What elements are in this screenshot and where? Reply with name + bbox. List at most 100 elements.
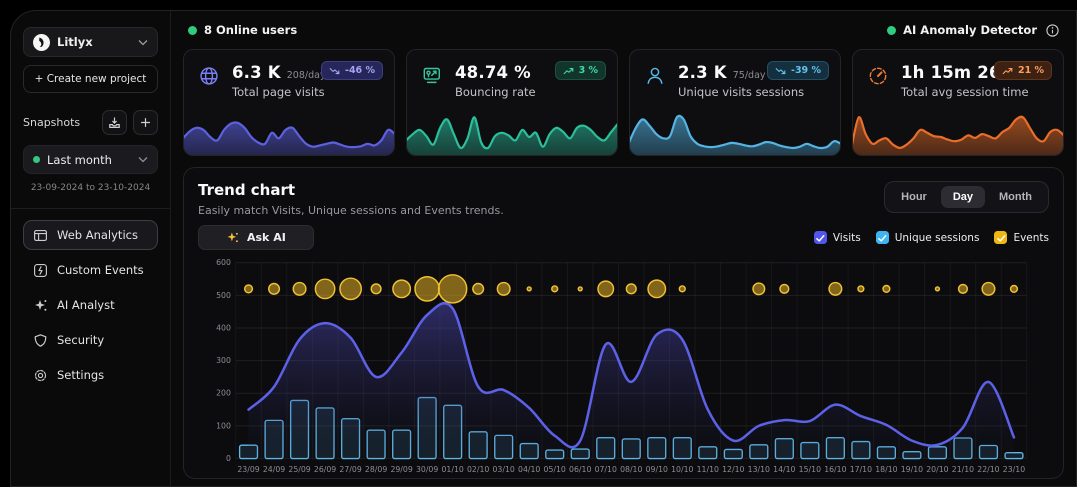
sidebar-item-label: Settings [57,368,104,382]
download-snapshot-button[interactable] [102,110,127,135]
bubble-events[interactable] [982,283,995,296]
legend-item-events[interactable]: Events [994,231,1049,244]
bubble-events[interactable] [473,284,484,295]
bubble-events[interactable] [393,280,410,297]
trend-up-icon [1002,67,1013,75]
bubble-events[interactable] [780,284,789,293]
svg-text:200: 200 [216,389,231,398]
legend-item-unique-sessions[interactable]: Unique sessions [876,231,980,244]
bubble-events[interactable] [439,275,467,303]
ask-ai-button[interactable]: Ask AI [198,225,314,250]
svg-text:12/10: 12/10 [722,465,744,474]
bubble-events[interactable] [269,284,280,295]
online-users-label: 8 Online users [204,23,297,37]
bubble-events[interactable] [371,284,381,294]
svg-text:24/09: 24/09 [263,465,285,474]
bubble-events[interactable] [959,284,968,293]
snapshots-header: Snapshots [23,110,158,135]
svg-text:18/10: 18/10 [875,465,897,474]
svg-text:17/10: 17/10 [850,465,872,474]
bubble-events[interactable] [527,287,531,291]
svg-text:300: 300 [216,356,231,365]
sidebar-item-settings[interactable]: Settings [23,360,158,390]
checkbox-checked-icon[interactable] [814,231,827,244]
stat-label: Unique visits sessions [678,85,804,99]
bubble-events[interactable] [340,278,361,299]
checkbox-checked-icon[interactable] [994,231,1007,244]
svg-text:02/10: 02/10 [467,465,489,474]
bubble-events[interactable] [552,286,558,292]
bubble-events[interactable] [753,283,765,295]
stat-value: 6.3 K [232,63,281,82]
legend-label: Unique sessions [895,232,980,244]
svg-text:25/09: 25/09 [288,465,310,474]
granularity-tabs: HourDayMonth [884,181,1049,213]
bubble-events[interactable] [883,285,890,292]
bubble-events[interactable] [829,283,842,296]
sidebar-nav: Web Analytics Custom Events AI Analyst Secu… [23,220,158,390]
project-selector[interactable]: Litlyx [23,27,158,57]
sidebar-item-ai-analyst[interactable]: AI Analyst [23,290,158,320]
svg-text:14/10: 14/10 [773,465,795,474]
svg-text:21/10: 21/10 [952,465,974,474]
svg-text:23/09: 23/09 [237,465,259,474]
tab-hour[interactable]: Hour [889,186,939,208]
online-users: 8 Online users [188,23,297,37]
trend-title: Trend chart [198,181,504,199]
legend-item-visits[interactable]: Visits [814,231,861,244]
bubble-events[interactable] [497,283,510,296]
stat-rate: 75/day [733,70,766,81]
project-name: Litlyx [57,35,93,49]
trend-subtitle: Easily match Visits, Unique sessions and… [198,204,504,217]
bubble-events[interactable] [315,279,334,298]
online-status-dot [188,26,197,35]
sidebar-item-web-analytics[interactable]: Web Analytics [23,220,158,250]
svg-text:400: 400 [216,323,231,332]
globe-icon [196,63,222,89]
sidebar-item-custom-events[interactable]: Custom Events [23,255,158,285]
bubble-events[interactable] [293,283,306,296]
bubble-events[interactable] [1011,285,1018,292]
bubble-events[interactable] [415,277,439,301]
trend-chart-svg: 010020030040050060023/0924/0925/0926/092… [198,255,1049,476]
ask-ai-label: Ask AI [247,231,286,244]
chart-legend: Visits Unique sessions Events [814,231,1049,244]
stat-value: 48.74 % [455,63,531,82]
bubble-events[interactable] [935,287,939,291]
add-snapshot-button[interactable] [133,110,158,135]
snapshot-status-dot [33,156,40,163]
svg-text:05/10: 05/10 [544,465,566,474]
bubble-events[interactable] [626,284,636,294]
chevron-down-icon [138,39,148,46]
legend-label: Events [1013,232,1049,244]
screenshot-stage: Litlyx + Create new project Snapshots [0,0,1077,487]
svg-text:04/10: 04/10 [518,465,540,474]
trend-badge: 21 % [994,61,1052,80]
create-new-project-button[interactable]: + Create new project [23,65,158,93]
snapshot-range-select[interactable]: Last month [23,145,158,174]
ai-anomaly-detector[interactable]: AI Anomaly Detector [887,23,1059,37]
stat-card-unique-visits-sessions: 2.3 K75/dayUnique visits sessions-39 % [629,49,841,156]
tab-month[interactable]: Month [987,186,1044,208]
checkbox-checked-icon[interactable] [876,231,889,244]
bubble-events[interactable] [245,285,253,293]
sidebar-item-security[interactable]: Security [23,325,158,355]
stat-cards-row: 6.3 K208/dayTotal page visits-46 %48.74 … [183,49,1064,156]
chevron-down-icon [138,156,148,163]
bubble-events[interactable] [679,286,685,292]
stat-card-total-avg-session-time: 1h 15m 26sTotal avg session time21 % [852,49,1064,156]
trend-badge: 3 % [555,61,606,80]
svg-text:07/10: 07/10 [595,465,617,474]
svg-text:19/10: 19/10 [901,465,923,474]
bubble-events[interactable] [858,286,864,292]
trend-down-icon [775,67,786,75]
tab-day[interactable]: Day [941,186,985,208]
svg-text:06/10: 06/10 [569,465,591,474]
bubble-events[interactable] [648,280,665,297]
bubble-events[interactable] [598,281,614,297]
sidebar: Litlyx + Create new project Snapshots [11,11,171,486]
bubble-events[interactable] [578,287,582,291]
info-icon[interactable] [1046,24,1059,37]
svg-text:600: 600 [216,258,231,267]
bounce-icon [419,63,445,89]
